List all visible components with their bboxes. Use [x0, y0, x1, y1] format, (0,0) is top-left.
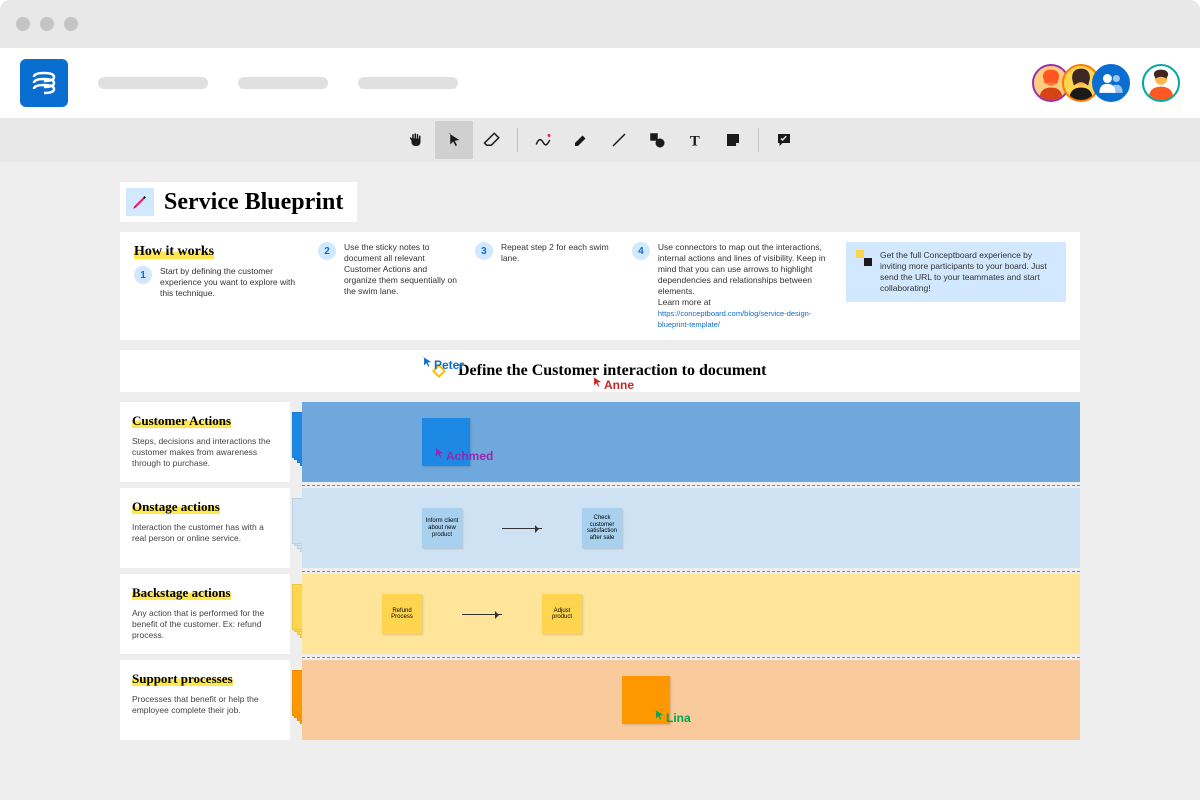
step-text: Start by defining the customer experienc…	[160, 266, 304, 299]
lane-backstage-actions: Backstage actions Any action that is per…	[120, 574, 1080, 654]
cursor-lina: Lina	[652, 708, 691, 725]
breadcrumb-placeholder	[238, 77, 328, 89]
hand-tool[interactable]	[397, 121, 435, 159]
sticky-note[interactable]: Check customer satisfaction after sale	[582, 508, 622, 548]
lane-divider	[302, 571, 1080, 572]
swim-lanes: Customer Actions Steps, decisions and in…	[120, 402, 1080, 740]
text-tool[interactable]: T	[676, 121, 714, 159]
lane-track[interactable]: Achmed	[302, 402, 1080, 482]
marker-tool[interactable]	[562, 121, 600, 159]
lane-desc: Any action that is performed for the ben…	[132, 608, 278, 641]
learn-more-link[interactable]: https://conceptboard.com/blog/service-de…	[658, 309, 811, 329]
lane-track[interactable]: Lina	[302, 660, 1080, 740]
step-text: Use the sticky notes to document all rel…	[344, 242, 461, 297]
sticky-note[interactable]: Inform client about new product	[422, 508, 462, 548]
pointer-tool[interactable]	[435, 121, 473, 159]
step-number: 4	[632, 242, 650, 260]
breadcrumb-placeholder	[98, 77, 208, 89]
avatar-current-user[interactable]	[1142, 64, 1180, 102]
connector-arrow[interactable]	[502, 528, 542, 529]
lane-title: Backstage actions	[132, 585, 231, 600]
lane-customer-actions: Customer Actions Steps, decisions and in…	[120, 402, 1080, 482]
lane-onstage-actions: Onstage actions Interaction the customer…	[120, 488, 1080, 568]
cursor-achmed: Achmed	[432, 446, 493, 463]
step-number: 2	[318, 242, 336, 260]
window-dot	[16, 17, 30, 31]
step-number: 1	[134, 266, 152, 284]
cursor-peter: Peter	[420, 355, 464, 372]
connector-arrow[interactable]	[462, 614, 502, 615]
promo-text: Get the full Conceptboard experience by …	[880, 250, 1056, 294]
lane-track[interactable]: Inform client about new product Check cu…	[302, 488, 1080, 568]
svg-text:T: T	[690, 133, 700, 149]
pen-tool[interactable]	[524, 121, 562, 159]
window-dot	[64, 17, 78, 31]
board-title-card: Service Blueprint	[120, 182, 357, 222]
app-header	[0, 48, 1200, 118]
pencil-icon	[126, 188, 154, 216]
eraser-tool[interactable]	[473, 121, 511, 159]
lane-title: Onstage actions	[132, 499, 220, 514]
how-it-works-panel: How it works 1 Start by defining the cus…	[120, 232, 1080, 340]
lane-title: Customer Actions	[132, 413, 231, 428]
lane-divider	[302, 657, 1080, 658]
lane-title: Support processes	[132, 671, 233, 686]
lane-desc: Interaction the customer has with a real…	[132, 522, 278, 544]
comment-tool[interactable]	[765, 121, 803, 159]
lane-divider	[302, 485, 1080, 486]
step-number: 3	[475, 242, 493, 260]
lane-support-processes: Support processes Processes that benefit…	[120, 660, 1080, 740]
step-text: Use connectors to map out the interactio…	[658, 242, 826, 296]
window-dot	[40, 17, 54, 31]
promo-icon	[856, 250, 872, 266]
conceptboard-logo[interactable]	[20, 59, 68, 107]
section-prompt-row: Define the Customer interaction to docum…	[120, 350, 1080, 392]
hiw-title: How it works	[134, 244, 214, 259]
sticky-note[interactable]: Refund Process	[382, 594, 422, 634]
collaborator-avatars	[1040, 64, 1180, 102]
toolbar-separator	[517, 128, 518, 152]
lane-track[interactable]: Refund Process Adjust product	[302, 574, 1080, 654]
add-collaborator-button[interactable]	[1092, 64, 1130, 102]
board-title: Service Blueprint	[164, 189, 343, 216]
lane-desc: Processes that benefit or help the emplo…	[132, 694, 278, 716]
toolbar-separator	[758, 128, 759, 152]
step-text: Repeat step 2 for each swim lane.	[501, 242, 618, 264]
cursor-anne: Anne	[590, 375, 634, 392]
lane-desc: Steps, decisions and interactions the cu…	[132, 436, 278, 469]
line-tool[interactable]	[600, 121, 638, 159]
toolbar: T	[0, 118, 1200, 162]
browser-chrome	[0, 0, 1200, 48]
breadcrumb-placeholder	[358, 77, 458, 89]
canvas[interactable]: Service Blueprint How it works 1 Start b…	[0, 162, 1200, 800]
learn-more-prefix: Learn more at	[658, 297, 711, 307]
promo-box: Get the full Conceptboard experience by …	[846, 242, 1066, 302]
sticky-note-tool[interactable]	[714, 121, 752, 159]
shape-tool[interactable]	[638, 121, 676, 159]
sticky-note[interactable]: Adjust product	[542, 594, 582, 634]
